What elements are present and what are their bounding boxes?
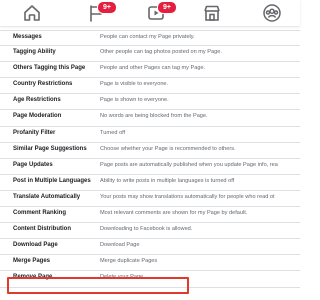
marketplace-icon[interactable] bbox=[202, 3, 222, 23]
settings-row-value: Page is visible to everyone. bbox=[100, 81, 169, 88]
settings-row-label: Others Tagging this Page bbox=[13, 65, 86, 72]
settings-row[interactable]: Page Updates Page posts are automatically… bbox=[0, 159, 300, 175]
settings-row[interactable]: Profanity Filter Turned off bbox=[0, 127, 300, 143]
settings-row-value: Page posts are automatically published w… bbox=[100, 161, 278, 168]
notification-badge: 9+ bbox=[97, 1, 117, 14]
settings-row-value: Page is shown to everyone. bbox=[100, 97, 169, 104]
remove-page-highlight-box bbox=[7, 277, 189, 294]
settings-row-label: Content Distribution bbox=[13, 226, 71, 233]
page-settings-list: Messages People can contact my Page priva… bbox=[0, 30, 300, 288]
settings-row-label: Country Restrictions bbox=[13, 81, 73, 88]
settings-row-label: Merge Pages bbox=[13, 258, 51, 265]
flag-icon[interactable]: 9+ bbox=[86, 1, 117, 23]
settings-row-label: Tagging Ability bbox=[13, 49, 56, 56]
settings-row-value: Download Page bbox=[100, 242, 140, 249]
settings-row-value: No words are being blocked from the Page… bbox=[100, 113, 208, 120]
settings-row[interactable]: Age Restrictions Page is shown to everyon… bbox=[0, 94, 300, 111]
settings-row-value: People can contact my Page privately. bbox=[100, 34, 195, 40]
settings-row-value: Turned off bbox=[100, 129, 126, 136]
groups-icon[interactable] bbox=[262, 3, 282, 23]
settings-row-label: Page Updates bbox=[13, 161, 53, 168]
settings-row-value: Ability to write posts in multiple langu… bbox=[100, 177, 235, 184]
settings-row[interactable]: Translate Automatically Your posts may sh… bbox=[0, 191, 300, 208]
settings-row-label: Download Page bbox=[13, 242, 58, 249]
home-icon[interactable] bbox=[22, 3, 42, 23]
settings-row-label: Translate Automatically bbox=[13, 193, 81, 200]
settings-row-label: Post in Multiple Languages bbox=[13, 177, 91, 184]
settings-row[interactable]: Merge Pages Merge duplicate Pages bbox=[0, 255, 300, 272]
settings-row-value: Merge duplicate Pages bbox=[100, 258, 158, 265]
notification-badge: 9+ bbox=[157, 1, 177, 14]
settings-row-label: Page Moderation bbox=[13, 113, 62, 120]
settings-row[interactable]: Comment Ranking Most relevant comments ar… bbox=[0, 207, 300, 224]
settings-row[interactable]: Post in Multiple Languages Ability to wri… bbox=[0, 175, 300, 191]
settings-row-label: Messages bbox=[13, 34, 42, 40]
settings-row-value: People and other Pages can tag my Page. bbox=[100, 65, 206, 72]
settings-row-value: Most relevant comments are shown for my … bbox=[100, 210, 248, 217]
settings-row-label: Age Restrictions bbox=[13, 97, 61, 104]
settings-row[interactable]: Similar Page Suggestions Choose whether y… bbox=[0, 143, 300, 159]
settings-row[interactable]: Tagging Ability Other people can tag phot… bbox=[0, 46, 300, 63]
settings-row[interactable]: Download Page Download Page bbox=[0, 239, 300, 256]
settings-row[interactable]: Page Moderation No words are being blocke… bbox=[0, 110, 300, 127]
settings-row-value: Your posts may show translations automat… bbox=[100, 193, 275, 200]
settings-row-label: Profanity Filter bbox=[13, 129, 56, 136]
settings-row[interactable]: Content Distribution Downloading to Faceb… bbox=[0, 223, 300, 240]
top-navigation-bar: 9+ 9+ bbox=[0, 0, 300, 26]
settings-row[interactable]: Others Tagging this Page People and other… bbox=[0, 62, 300, 79]
settings-row-label: Comment Ranking bbox=[13, 210, 67, 217]
video-icon[interactable]: 9+ bbox=[146, 1, 177, 23]
settings-row-value: Choose whether your Page is recommended … bbox=[100, 145, 236, 152]
settings-row[interactable]: Messages People can contact my Page priva… bbox=[0, 30, 300, 47]
settings-row-label: Similar Page Suggestions bbox=[13, 145, 87, 152]
settings-row[interactable]: Country Restrictions Page is visible to e… bbox=[0, 78, 300, 95]
settings-row-value: Other people can tag photos posted on my… bbox=[100, 49, 222, 56]
settings-row-value: Downloading to Facebook is allowed. bbox=[100, 226, 193, 233]
